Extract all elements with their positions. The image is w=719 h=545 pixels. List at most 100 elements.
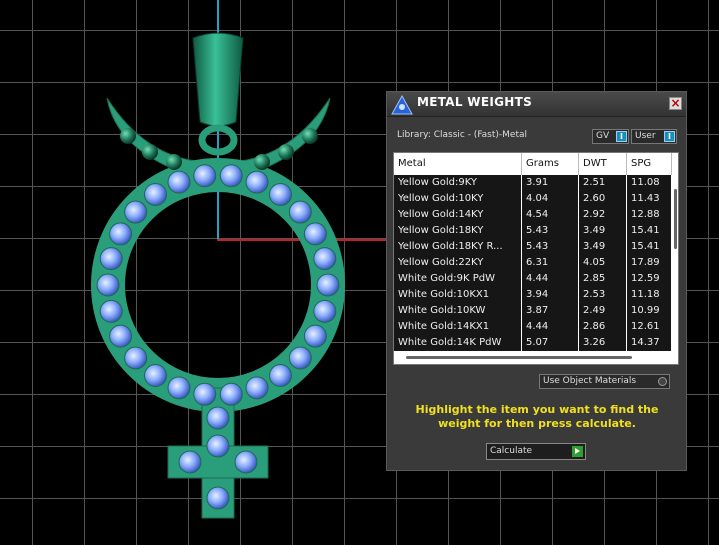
gemstone: [99, 299, 123, 323]
play-arrow-icon: [572, 446, 583, 457]
app-logo-icon: [391, 94, 413, 115]
spg-cell: 15.41: [627, 239, 672, 255]
gemstone: [234, 450, 258, 474]
grams-cell: 4.54: [522, 207, 579, 223]
vertical-scrollbar[interactable]: [672, 175, 678, 345]
calculate-button[interactable]: Calculate: [486, 443, 586, 460]
horizontal-scroll-thumb[interactable]: [406, 356, 632, 359]
gemstone: [288, 200, 312, 224]
gemstone: [245, 376, 269, 400]
table-row[interactable]: Yellow Gold:18KY R... 5.43 3.49 15.41: [394, 239, 678, 255]
table-row[interactable]: Yellow Gold:9KY 3.91 2.51 11.08: [394, 175, 678, 191]
spg-cell: 11.43: [627, 191, 672, 207]
metal-table: Metal Grams DWT SPG Yellow Gold:9KY 3.91 2…: [393, 152, 679, 365]
user-toggle[interactable]: User I: [631, 129, 677, 144]
gv-toggle[interactable]: GV I: [592, 129, 629, 144]
gemstone: [193, 164, 217, 188]
grams-cell: 5.07: [522, 335, 579, 351]
metal-cell: White Gold:10KW: [394, 303, 522, 319]
metal-bead: [142, 144, 158, 160]
spg-cell: 12.59: [627, 271, 672, 287]
column-header-metal[interactable]: Metal: [394, 153, 522, 175]
horizontal-scrollbar[interactable]: [394, 351, 678, 364]
grams-cell: 5.43: [522, 239, 579, 255]
gemstone: [268, 182, 292, 206]
gemstone: [303, 324, 327, 348]
grams-cell: 3.94: [522, 287, 579, 303]
spg-cell: 15.41: [627, 223, 672, 239]
metal-cell: Yellow Gold:14KY: [394, 207, 522, 223]
gemstone: [124, 200, 148, 224]
grams-cell: 6.31: [522, 255, 579, 271]
grams-cell: 4.44: [522, 271, 579, 287]
dwt-cell: 2.53: [579, 287, 627, 303]
grams-cell: 3.91: [522, 175, 579, 191]
table-row[interactable]: White Gold:10KX1 3.94 2.53 11.18: [394, 287, 678, 303]
radio-icon[interactable]: [658, 377, 667, 386]
dwt-cell: 3.26: [579, 335, 627, 351]
gemstone: [144, 364, 168, 388]
table-row[interactable]: White Gold:14K PdW 5.07 3.26 14.37: [394, 335, 678, 351]
metal-bead: [278, 144, 294, 160]
grams-cell: 3.87: [522, 303, 579, 319]
user-label: User: [635, 131, 656, 141]
grams-cell: 4.44: [522, 319, 579, 335]
table-row[interactable]: White Gold:10KW 3.87 2.49 10.99: [394, 303, 678, 319]
bail: [192, 32, 244, 127]
table-row[interactable]: Yellow Gold:18KY 5.43 3.49 15.41: [394, 223, 678, 239]
table-row[interactable]: Yellow Gold:14KY 4.54 2.92 12.88: [394, 207, 678, 223]
metal-bead: [302, 128, 318, 144]
gemstone: [316, 273, 340, 297]
metal-cell: White Gold:14KX1: [394, 319, 522, 335]
metal-cell: Yellow Gold:10KY: [394, 191, 522, 207]
column-header-grams[interactable]: Grams: [522, 153, 579, 175]
gemstone: [313, 247, 337, 271]
metal-cell: Yellow Gold:18KY R...: [394, 239, 522, 255]
dwt-cell: 3.49: [579, 223, 627, 239]
panel-title: METAL WEIGHTS: [417, 95, 533, 109]
dwt-cell: 4.05: [579, 255, 627, 271]
gemstone: [303, 222, 327, 246]
user-toggle-indicator-icon: I: [664, 131, 675, 142]
table-row[interactable]: White Gold:9K PdW 4.44 2.85 12.59: [394, 271, 678, 287]
column-header-spg[interactable]: SPG: [627, 153, 672, 175]
gemstone: [124, 346, 148, 370]
metal-bead: [120, 128, 136, 144]
calculate-label: Calculate: [490, 446, 533, 456]
vertical-scroll-thumb[interactable]: [674, 189, 677, 249]
gemstone: [144, 182, 168, 206]
bail-ring: [198, 124, 238, 156]
table-row[interactable]: Yellow Gold:22KY 6.31 4.05 17.89: [394, 255, 678, 271]
metal-bead: [254, 154, 270, 170]
spg-cell: 11.08: [627, 175, 672, 191]
gemstone: [109, 324, 133, 348]
dwt-cell: 3.49: [579, 239, 627, 255]
use-object-materials-label: Use Object Materials: [543, 376, 637, 386]
spg-cell: 11.18: [627, 287, 672, 303]
gemstone: [313, 299, 337, 323]
metal-cell: White Gold:10KX1: [394, 287, 522, 303]
dwt-cell: 2.60: [579, 191, 627, 207]
metal-cell: Yellow Gold:9KY: [394, 175, 522, 191]
dwt-cell: 2.92: [579, 207, 627, 223]
dwt-cell: 2.51: [579, 175, 627, 191]
gemstone: [206, 434, 230, 458]
close-icon: ×: [670, 96, 681, 110]
spg-cell: 10.99: [627, 303, 672, 319]
metal-bead: [166, 154, 182, 170]
gemstone: [219, 382, 243, 406]
gemstone: [219, 164, 243, 188]
gemstone: [178, 450, 202, 474]
gemstone: [99, 247, 123, 271]
gemstone: [96, 273, 120, 297]
use-object-materials-option[interactable]: Use Object Materials: [539, 374, 670, 389]
table-row[interactable]: White Gold:14KX1 4.44 2.86 12.61: [394, 319, 678, 335]
gemstone: [206, 486, 230, 510]
column-header-dwt[interactable]: DWT: [579, 153, 627, 175]
gv-toggle-indicator-icon: I: [616, 131, 627, 142]
table-row[interactable]: Yellow Gold:10KY 4.04 2.60 11.43: [394, 191, 678, 207]
close-button[interactable]: ×: [669, 97, 682, 110]
panel-title-bar[interactable]: METAL WEIGHTS ×: [387, 92, 686, 117]
spg-cell: 12.88: [627, 207, 672, 223]
metal-cell: White Gold:14K PdW: [394, 335, 522, 351]
